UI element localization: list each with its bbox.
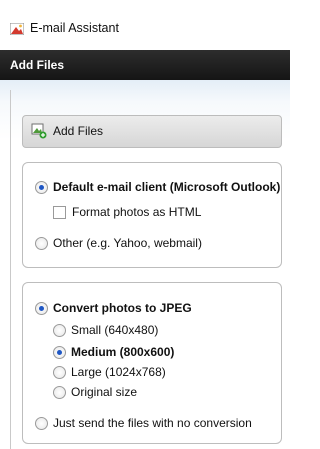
no-conversion-radio[interactable] bbox=[35, 416, 48, 430]
other-client-label: Other (e.g. Yahoo, webmail) bbox=[53, 236, 202, 250]
window-title: E-mail Assistant bbox=[30, 21, 119, 35]
convert-jpeg-label: Convert photos to JPEG bbox=[53, 301, 192, 315]
email-client-group: Default e-mail client (Microsoft Outlook… bbox=[22, 162, 282, 268]
no-conversion-label: Just send the files with no conversion bbox=[53, 416, 252, 430]
size-small-radio[interactable] bbox=[53, 323, 66, 337]
size-option-small[interactable]: Small (640x480) bbox=[53, 322, 158, 338]
size-option-original[interactable]: Original size bbox=[53, 384, 137, 400]
other-client-option[interactable]: Other (e.g. Yahoo, webmail) bbox=[35, 235, 202, 251]
title-bar: E-mail Assistant bbox=[0, 0, 290, 51]
size-small-label: Small (640x480) bbox=[71, 323, 159, 337]
no-conversion-option[interactable]: Just send the files with no conversion bbox=[35, 415, 252, 431]
convert-jpeg-radio[interactable] bbox=[35, 301, 48, 315]
size-original-radio[interactable] bbox=[53, 385, 66, 399]
size-option-large[interactable]: Large (1024x768) bbox=[53, 364, 166, 380]
email-assistant-icon bbox=[10, 23, 24, 35]
default-client-radio[interactable] bbox=[35, 180, 48, 194]
format-html-option[interactable]: Format photos as HTML bbox=[53, 204, 201, 220]
section-title: Add Files bbox=[10, 58, 65, 72]
default-client-option[interactable]: Default e-mail client (Microsoft Outlook… bbox=[35, 179, 280, 195]
size-large-radio[interactable] bbox=[53, 365, 66, 379]
section-header: Add Files bbox=[0, 50, 290, 80]
default-client-label: Default e-mail client (Microsoft Outlook… bbox=[53, 180, 281, 194]
format-html-label: Format photos as HTML bbox=[72, 205, 202, 219]
size-medium-label: Medium (800x600) bbox=[71, 345, 175, 359]
format-html-checkbox[interactable] bbox=[53, 205, 66, 219]
other-client-radio[interactable] bbox=[35, 236, 48, 250]
size-medium-radio[interactable] bbox=[53, 345, 66, 359]
size-original-label: Original size bbox=[71, 385, 138, 399]
size-large-label: Large (1024x768) bbox=[71, 365, 166, 379]
add-files-label: Add Files bbox=[53, 124, 104, 138]
conversion-group: Convert photos to JPEG Small (640x480) M… bbox=[22, 282, 282, 444]
add-files-icon bbox=[31, 123, 47, 139]
add-files-button[interactable]: Add Files bbox=[22, 115, 282, 148]
convert-jpeg-option[interactable]: Convert photos to JPEG bbox=[35, 300, 192, 316]
size-option-medium[interactable]: Medium (800x600) bbox=[53, 344, 174, 360]
divider bbox=[10, 90, 11, 449]
